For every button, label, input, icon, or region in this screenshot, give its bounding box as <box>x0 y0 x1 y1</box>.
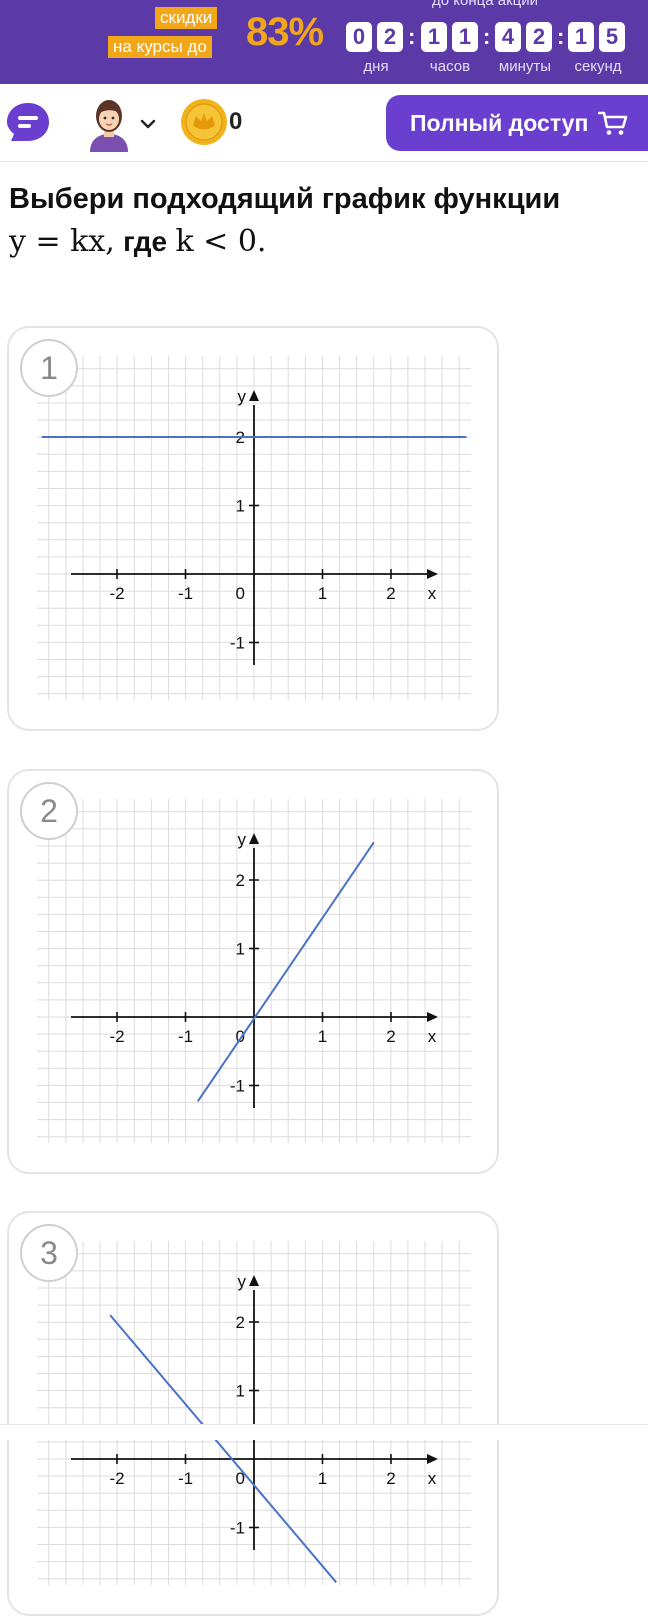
promo-percent: 83% <box>246 10 324 54</box>
x-tick-label: -1 <box>178 1469 193 1488</box>
top-nav: 0 Полный доступ <box>0 84 648 162</box>
option-number: 3 <box>20 1224 78 1282</box>
y-tick-label: 1 <box>236 1382 245 1401</box>
cart-icon <box>598 111 628 135</box>
graph-option-1: -2-11221-10xy <box>37 356 471 700</box>
coin-icon <box>181 99 227 145</box>
x-tick-label: -2 <box>109 584 124 603</box>
y-tick-label: 1 <box>236 497 245 516</box>
option-number: 1 <box>20 339 78 397</box>
x-tick-label: 1 <box>318 584 327 603</box>
x-tick-label: -2 <box>109 1469 124 1488</box>
question-title: Выбери подходящий график функции <box>9 183 561 215</box>
y-axis-label: y <box>238 830 247 849</box>
origin-label: 0 <box>236 584 245 603</box>
formula-where: где <box>123 226 168 257</box>
x-tick-label: 2 <box>386 1027 395 1046</box>
coin-count: 0 <box>229 108 243 135</box>
answer-option-1[interactable]: 1 -2-11221-10xy <box>7 326 499 731</box>
countdown-digit: 5 <box>599 22 625 52</box>
promo-banner[interactable]: скидки на курсы до 83% до конца акции 0 … <box>0 0 648 84</box>
countdown-separator: : <box>408 24 416 49</box>
x-axis-label: x <box>428 1027 437 1046</box>
y-tick-label: -1 <box>230 1077 245 1096</box>
graph-option-3: -2 -1 1 221-10 xy <box>37 1241 471 1585</box>
countdown-digit: 0 <box>346 22 372 52</box>
y-tick-label: 2 <box>236 871 245 890</box>
y-axis-arrow <box>249 1275 259 1286</box>
graph-option-2: -2 -1 1 221-10 xy <box>37 799 471 1143</box>
x-tick-label: 1 <box>318 1027 327 1046</box>
formula-part2: k < 0. <box>175 224 267 259</box>
avatar[interactable] <box>86 96 132 152</box>
promo-tag-courses: на курсы до <box>108 36 212 58</box>
countdown-digit: 1 <box>568 22 594 52</box>
y-axis-label: y <box>238 387 247 406</box>
countdown-separator: : <box>483 24 491 49</box>
countdown-digit: 2 <box>526 22 552 52</box>
chevron-down-icon[interactable] <box>139 115 157 133</box>
countdown-label-days: дня <box>363 58 389 75</box>
x-axis-arrow <box>427 1454 438 1464</box>
x-tick-label: -1 <box>178 584 193 603</box>
answer-option-2[interactable]: 2 -2 -1 1 2 2 1 -1 0 x y <box>7 769 499 1174</box>
full-access-button[interactable]: Полный доступ <box>386 95 648 151</box>
countdown-label-seconds: секунд <box>574 58 622 75</box>
y-axis-label: y <box>238 1272 247 1291</box>
option-number: 2 <box>20 782 78 840</box>
x-axis-label: x <box>428 1469 437 1488</box>
y-tick-label: 1 <box>236 940 245 959</box>
countdown-digit: 4 <box>495 22 521 52</box>
chat-icon[interactable] <box>5 101 51 145</box>
y-tick-label: -1 <box>230 1519 245 1538</box>
x-axis-arrow <box>427 1012 438 1022</box>
countdown-label-minutes: минуты <box>498 58 552 75</box>
question-formula: y = kx, где k < 0. <box>9 220 639 264</box>
full-access-label: Полный доступ <box>410 109 589 136</box>
x-tick-label: -2 <box>109 1027 124 1046</box>
promo-until-label: до конца акции <box>432 0 538 9</box>
formula-part1: y = kx, <box>9 224 115 259</box>
function-line <box>109 1314 337 1583</box>
countdown-digit: 1 <box>452 22 478 52</box>
countdown-digit: 2 <box>377 22 403 52</box>
x-axis-arrow <box>427 569 438 579</box>
y-axis-arrow <box>249 390 259 401</box>
x-tick-label: 1 <box>318 1469 327 1488</box>
countdown-label-hours: часов <box>429 58 471 75</box>
y-axis-arrow <box>249 833 259 844</box>
question: Выбери подходящий график функции y = kx,… <box>9 180 639 264</box>
y-tick-label: 2 <box>236 1313 245 1332</box>
promo-tag-discounts: скидки <box>155 7 218 29</box>
x-tick-label: -1 <box>178 1027 193 1046</box>
x-tick-label: 2 <box>386 1469 395 1488</box>
function-line <box>197 841 375 1102</box>
countdown-digit: 1 <box>421 22 447 52</box>
countdown-separator: : <box>557 24 565 49</box>
x-tick-label: 2 <box>386 584 395 603</box>
y-tick-label: -1 <box>230 634 245 653</box>
x-axis-label: x <box>428 584 437 603</box>
answer-option-3[interactable]: 3 -2 -1 1 2 2 1 -1 0 x y <box>7 1211 499 1616</box>
bottom-bar <box>0 1424 648 1440</box>
